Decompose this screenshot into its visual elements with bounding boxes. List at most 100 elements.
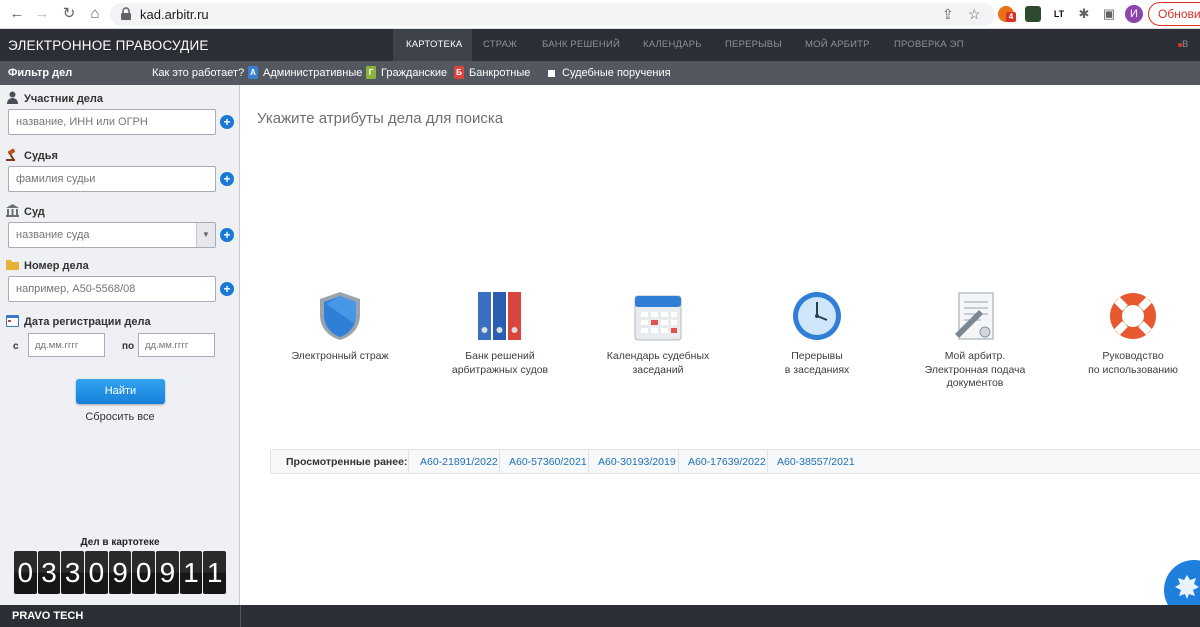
- profile-avatar[interactable]: И: [1125, 5, 1143, 23]
- recent-case-link[interactable]: А60-57360/2021: [509, 456, 587, 468]
- counter-digit: 9: [156, 551, 179, 594]
- counter-digit: 9: [108, 551, 132, 594]
- case-number-input[interactable]: [8, 276, 216, 302]
- recent-case-link[interactable]: А60-30193/2019: [598, 456, 676, 468]
- service-label: арбитражных судов: [451, 363, 549, 376]
- counter-digit: 0: [14, 551, 37, 594]
- filter-civil[interactable]: Гражданские: [381, 67, 447, 79]
- folder-icon: [6, 260, 19, 270]
- service-electronic-guard[interactable]: Электронный страж: [270, 290, 410, 364]
- document-icon: [955, 292, 994, 340]
- filter-bar: Фильтр дел Как это работает? А Администр…: [0, 61, 1200, 85]
- counter-digit: 0: [132, 551, 156, 594]
- counter-digit: 0: [85, 551, 108, 594]
- puzzle-icon[interactable]: ✱: [1075, 5, 1093, 23]
- extension-icon[interactable]: [1025, 6, 1041, 22]
- person-icon: [7, 91, 18, 104]
- tab-bank-resheniy[interactable]: БАНК РЕШЕНИЙ: [542, 39, 620, 50]
- service-decisions-bank[interactable]: Банк решений арбитражных судов: [430, 290, 570, 377]
- service-label: Перерывы: [791, 350, 843, 362]
- recent-case-link[interactable]: А60-17639/2022: [688, 456, 766, 468]
- service-label: Мой арбитр.: [944, 350, 1006, 362]
- date-to-input[interactable]: [138, 333, 215, 357]
- chevron-down-icon[interactable]: ▼: [196, 223, 215, 247]
- footer: PRAVO TECH: [0, 605, 1200, 627]
- filter-sidebar: Участник дела + Судья + Суд ▼ + Номер де…: [0, 85, 240, 605]
- site-header: ЭЛЕКТРОННОЕ ПРАВОСУДИЕ КАРТОТЕКА СТРАЖ Б…: [0, 29, 1200, 61]
- date-from-input[interactable]: [28, 333, 105, 357]
- gavel-icon: [6, 148, 16, 161]
- date-to-label: по: [122, 341, 135, 352]
- recent-cases-bar: Просмотренные ранее: А60-21891/2022 А60-…: [270, 449, 1200, 474]
- update-button[interactable]: Обновить: [1148, 2, 1200, 26]
- court-label: Суд: [24, 206, 45, 218]
- clock-icon: [793, 292, 841, 340]
- page-title: Укажите атрибуты дела для поиска: [257, 110, 504, 127]
- share-icon[interactable]: ⇪: [942, 6, 954, 23]
- service-label: Банк решений: [465, 350, 535, 362]
- binders-icon: [478, 292, 521, 340]
- tab-proverka-ep[interactable]: ПРОВЕРКА ЭП: [894, 39, 964, 50]
- filter-administrative[interactable]: Административные: [263, 67, 362, 79]
- judge-label: Судья: [24, 150, 58, 162]
- home-icon[interactable]: ⌂: [86, 5, 104, 23]
- filter-court-orders[interactable]: Судебные поручения: [562, 67, 671, 79]
- judge-input[interactable]: [8, 166, 216, 192]
- footer-divider: [240, 605, 241, 627]
- filter-bankruptcy[interactable]: Банкротные: [469, 67, 530, 79]
- service-guide[interactable]: Руководство по использованию: [1063, 290, 1200, 377]
- add-participant-icon[interactable]: +: [220, 115, 234, 129]
- court-orders-checkbox[interactable]: [548, 70, 555, 77]
- case-number-label: Номер дела: [24, 260, 89, 272]
- service-label: в заседаниях: [784, 363, 850, 376]
- participant-input[interactable]: [8, 109, 216, 135]
- service-my-arbitr[interactable]: Мой арбитр. Электронная подача документо…: [905, 290, 1045, 391]
- date-from-label: с: [13, 341, 19, 352]
- calendar-small-icon: [6, 315, 19, 327]
- tab-calendar[interactable]: КАЛЕНДАРЬ: [643, 39, 702, 50]
- find-button[interactable]: Найти: [76, 379, 165, 404]
- service-label: Руководство: [1102, 350, 1164, 362]
- extension-icon[interactable]: 4: [998, 6, 1016, 22]
- service-label: заседаний: [632, 363, 684, 376]
- add-judge-icon[interactable]: +: [220, 172, 234, 186]
- court-building-icon: [6, 204, 19, 217]
- reload-icon[interactable]: ↻: [60, 5, 78, 23]
- add-court-icon[interactable]: +: [220, 228, 234, 242]
- cases-counter: 0 3 3 0 9 0 9 1 1: [14, 551, 227, 594]
- service-breaks[interactable]: Перерывы в заседаниях: [747, 290, 887, 377]
- url-text[interactable]: kad.arbitr.ru: [140, 7, 209, 22]
- address-bar[interactable]: kad.arbitr.ru ⇪ ☆: [110, 3, 995, 26]
- back-icon[interactable]: ←: [8, 5, 26, 23]
- service-label: документов: [946, 377, 1004, 389]
- tab-moy-arbitr[interactable]: МОЙ АРБИТР: [805, 39, 870, 50]
- star-icon[interactable]: ☆: [968, 6, 981, 23]
- how-it-works-link[interactable]: Как это работает?: [152, 67, 244, 79]
- bankruptcy-badge: Б: [454, 66, 464, 79]
- tab-pereryvy[interactable]: ПЕРЕРЫВЫ: [725, 39, 782, 50]
- site-title[interactable]: ЭЛЕКТРОННОЕ ПРАВОСУДИЕ: [8, 38, 209, 53]
- lock-icon: [121, 7, 131, 20]
- recent-case-link[interactable]: А60-38557/2021: [777, 456, 855, 468]
- shield-icon: [320, 292, 360, 340]
- recent-case-link[interactable]: А60-21891/2022: [420, 456, 498, 468]
- languagetool-icon[interactable]: LT: [1051, 6, 1067, 22]
- counter-digit: 3: [61, 551, 85, 594]
- pravo-tech-logo[interactable]: PRAVO TECH: [12, 610, 83, 622]
- login-link[interactable]: В: [1182, 39, 1188, 50]
- tab-strazh[interactable]: СТРАЖ: [483, 39, 517, 50]
- court-select[interactable]: [8, 222, 216, 248]
- filter-title: Фильтр дел: [8, 67, 73, 79]
- administrative-badge: А: [248, 66, 258, 79]
- reset-link[interactable]: Сбросить все: [0, 411, 240, 423]
- counter-digit: 3: [37, 551, 61, 594]
- sidepanel-icon[interactable]: ▣: [1100, 5, 1118, 23]
- browser-toolbar: ← → ↻ ⌂ kad.arbitr.ru ⇪ ☆ 4 LT ✱ ▣ И Обн…: [0, 0, 1200, 29]
- cases-count-label: Дел в картотеке: [80, 537, 160, 548]
- forward-icon[interactable]: →: [33, 5, 51, 23]
- service-calendar[interactable]: Календарь судебных заседаний: [588, 290, 728, 377]
- extension-badge: 4: [1006, 12, 1016, 22]
- counter-digit: 1: [203, 551, 227, 594]
- add-case-number-icon[interactable]: +: [220, 282, 234, 296]
- tab-kartoteka[interactable]: КАРТОТЕКА: [406, 39, 462, 50]
